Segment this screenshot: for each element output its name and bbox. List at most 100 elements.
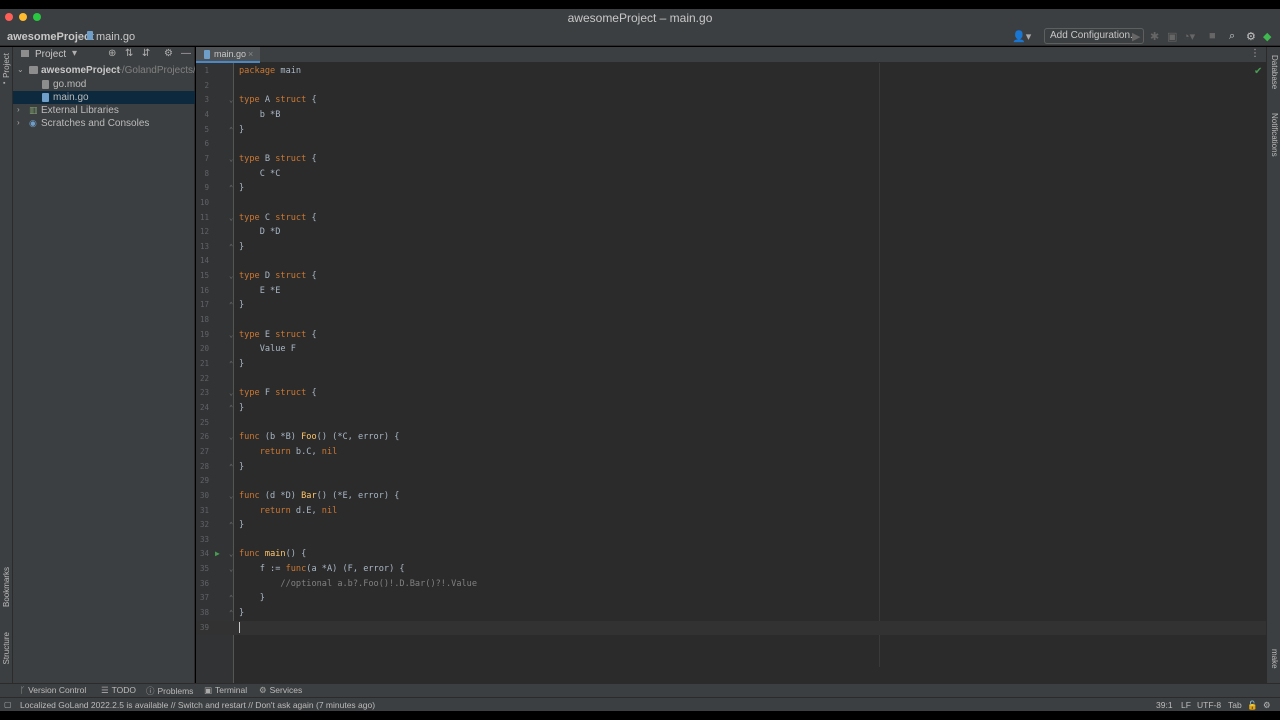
terminal-tool-button[interactable]: ▣ Terminal: [204, 685, 247, 696]
line-number[interactable]: 35: [196, 562, 209, 577]
code-line[interactable]: 1 package main: [196, 64, 1266, 79]
hide-panel-icon[interactable]: —: [181, 48, 191, 59]
fold-marker-icon[interactable]: ⌃: [229, 401, 233, 416]
line-number[interactable]: 22: [196, 372, 209, 387]
code-line[interactable]: 31 return d.E, nil: [196, 504, 1266, 519]
version-control-tool-button[interactable]: ᚴ Version Control: [20, 685, 86, 695]
line-number[interactable]: 39: [196, 621, 209, 636]
line-separator[interactable]: LF: [1181, 700, 1191, 710]
code-line[interactable]: 16 E *E: [196, 284, 1266, 299]
indent-setting[interactable]: Tab: [1228, 700, 1242, 710]
line-number[interactable]: 11: [196, 211, 209, 226]
code-line[interactable]: 19 ⌄ type E struct {: [196, 328, 1266, 343]
code-line[interactable]: 21 ⌃}: [196, 357, 1266, 372]
notifications-tool-button[interactable]: Notifications: [1270, 113, 1279, 157]
code-line[interactable]: 30 ⌄ func (d *D) Bar() (*E, error) {: [196, 489, 1266, 504]
line-number[interactable]: 19: [196, 328, 209, 343]
fold-marker-icon[interactable]: ⌄: [229, 152, 233, 167]
code-line[interactable]: 14: [196, 254, 1266, 269]
fold-marker-icon[interactable]: ⌄: [229, 269, 233, 284]
code-line[interactable]: 13 ⌃}: [196, 240, 1266, 255]
line-number[interactable]: 14: [196, 254, 209, 269]
goland-logo-icon[interactable]: ◆: [1263, 30, 1271, 43]
line-number[interactable]: 24: [196, 401, 209, 416]
fold-marker-icon[interactable]: ⌄: [229, 430, 233, 445]
expand-all-icon[interactable]: ⇅: [125, 48, 133, 59]
line-number[interactable]: 2: [196, 79, 209, 94]
debug-icon[interactable]: ✱: [1150, 30, 1159, 43]
code-line[interactable]: 12 D *D: [196, 225, 1266, 240]
line-number[interactable]: 9: [196, 181, 209, 196]
line-number[interactable]: 18: [196, 313, 209, 328]
fold-marker-icon[interactable]: ⌄: [229, 211, 233, 226]
code-line[interactable]: 28 ⌃}: [196, 460, 1266, 475]
caret-position[interactable]: 39:1: [1156, 700, 1173, 710]
line-number[interactable]: 6: [196, 137, 209, 152]
code-line[interactable]: 39: [196, 620, 1266, 636]
gear-icon[interactable]: ⚙: [164, 48, 173, 59]
tree-item-go-mod[interactable]: go.mod: [13, 78, 195, 91]
fold-marker-icon[interactable]: ⌄: [229, 562, 233, 577]
line-number[interactable]: 27: [196, 445, 209, 460]
locate-file-icon[interactable]: ⊕: [108, 48, 116, 59]
user-account-icon[interactable]: 👤▾: [1012, 30, 1031, 43]
make-tool-button[interactable]: make: [1270, 649, 1279, 669]
tree-item-external-libraries[interactable]: › ▥ External Libraries: [13, 104, 195, 117]
line-number[interactable]: 30: [196, 489, 209, 504]
search-icon[interactable]: ⌕: [1229, 30, 1235, 43]
run-gutter-icon[interactable]: ▶: [215, 547, 220, 562]
line-number[interactable]: 10: [196, 196, 209, 211]
code-line[interactable]: 11 ⌄ type C struct {: [196, 211, 1266, 226]
chevron-down-icon[interactable]: ⌄: [17, 65, 24, 74]
services-tool-button[interactable]: ⚙ Services: [259, 685, 302, 696]
line-number[interactable]: 5: [196, 123, 209, 138]
line-number[interactable]: 38: [196, 606, 209, 621]
code-line[interactable]: 32 ⌃}: [196, 518, 1266, 533]
line-number[interactable]: 20: [196, 342, 209, 357]
code-line[interactable]: 37 ⌃ }: [196, 591, 1266, 606]
code-line[interactable]: 36 //optional a.b?.Foo()!.D.Bar()?!.Valu…: [196, 577, 1266, 592]
code-line[interactable]: 23 ⌄ type F struct {: [196, 386, 1266, 401]
problems-tool-button[interactable]: ⓘ Problems: [146, 685, 193, 697]
fold-marker-icon[interactable]: ⌃: [229, 591, 233, 606]
line-number[interactable]: 1: [196, 64, 209, 79]
more-options-icon[interactable]: ⋮: [1250, 48, 1260, 59]
structure-tool-button[interactable]: Structure: [2, 632, 11, 664]
code-line[interactable]: 33: [196, 533, 1266, 548]
chevron-down-icon[interactable]: ▾: [72, 48, 77, 59]
line-number[interactable]: 36: [196, 577, 209, 592]
line-number[interactable]: 32: [196, 518, 209, 533]
line-number[interactable]: 7: [196, 152, 209, 167]
collapse-all-icon[interactable]: ⇵: [142, 48, 150, 59]
fold-marker-icon[interactable]: ⌄: [229, 328, 233, 343]
project-view-selector[interactable]: Project: [35, 49, 66, 60]
code-line[interactable]: 9 ⌃}: [196, 181, 1266, 196]
code-line[interactable]: 7 ⌄ type B struct {: [196, 152, 1266, 167]
tree-item-awesomeproject[interactable]: ⌄ awesomeProject ~/GolandProjects/aw: [13, 64, 195, 77]
fold-marker-icon[interactable]: ⌃: [229, 357, 233, 372]
line-number[interactable]: 4: [196, 108, 209, 123]
code-line[interactable]: 35 ⌄ f := func(a *A) (F, error) {: [196, 562, 1266, 577]
fold-marker-icon[interactable]: ⌄: [229, 489, 233, 504]
line-number[interactable]: 26: [196, 430, 209, 445]
bookmarks-tool-button[interactable]: Bookmarks: [2, 567, 11, 607]
line-number[interactable]: 16: [196, 284, 209, 299]
stop-icon[interactable]: ■: [1209, 30, 1216, 42]
run-icon[interactable]: ▶: [1132, 30, 1140, 43]
code-line[interactable]: 34 ▶ ⌄ func main() {: [196, 547, 1266, 562]
database-tool-button[interactable]: Database: [1270, 55, 1279, 89]
line-number[interactable]: 8: [196, 167, 209, 182]
tree-item-scratches[interactable]: › ◉ Scratches and Consoles: [13, 117, 195, 130]
line-number[interactable]: 12: [196, 225, 209, 240]
code-line[interactable]: 6: [196, 137, 1266, 152]
code-line[interactable]: 20 Value F: [196, 342, 1266, 357]
fold-marker-icon[interactable]: ⌃: [229, 298, 233, 313]
code-line[interactable]: 25: [196, 416, 1266, 431]
code-line[interactable]: 26 ⌄ func (b *B) Foo() (*C, error) {: [196, 430, 1266, 445]
code-line[interactable]: 10: [196, 196, 1266, 211]
status-message[interactable]: Localized GoLand 2022.2.5 is available /…: [20, 700, 375, 710]
event-log-icon[interactable]: ⚙: [1263, 700, 1271, 711]
code-editor[interactable]: ✔ 1 package main 2 3 ⌄ type A struct {4 b *B 5…: [196, 63, 1266, 683]
lock-icon[interactable]: 🔓: [1247, 700, 1258, 711]
fold-marker-icon[interactable]: ⌃: [229, 606, 233, 621]
